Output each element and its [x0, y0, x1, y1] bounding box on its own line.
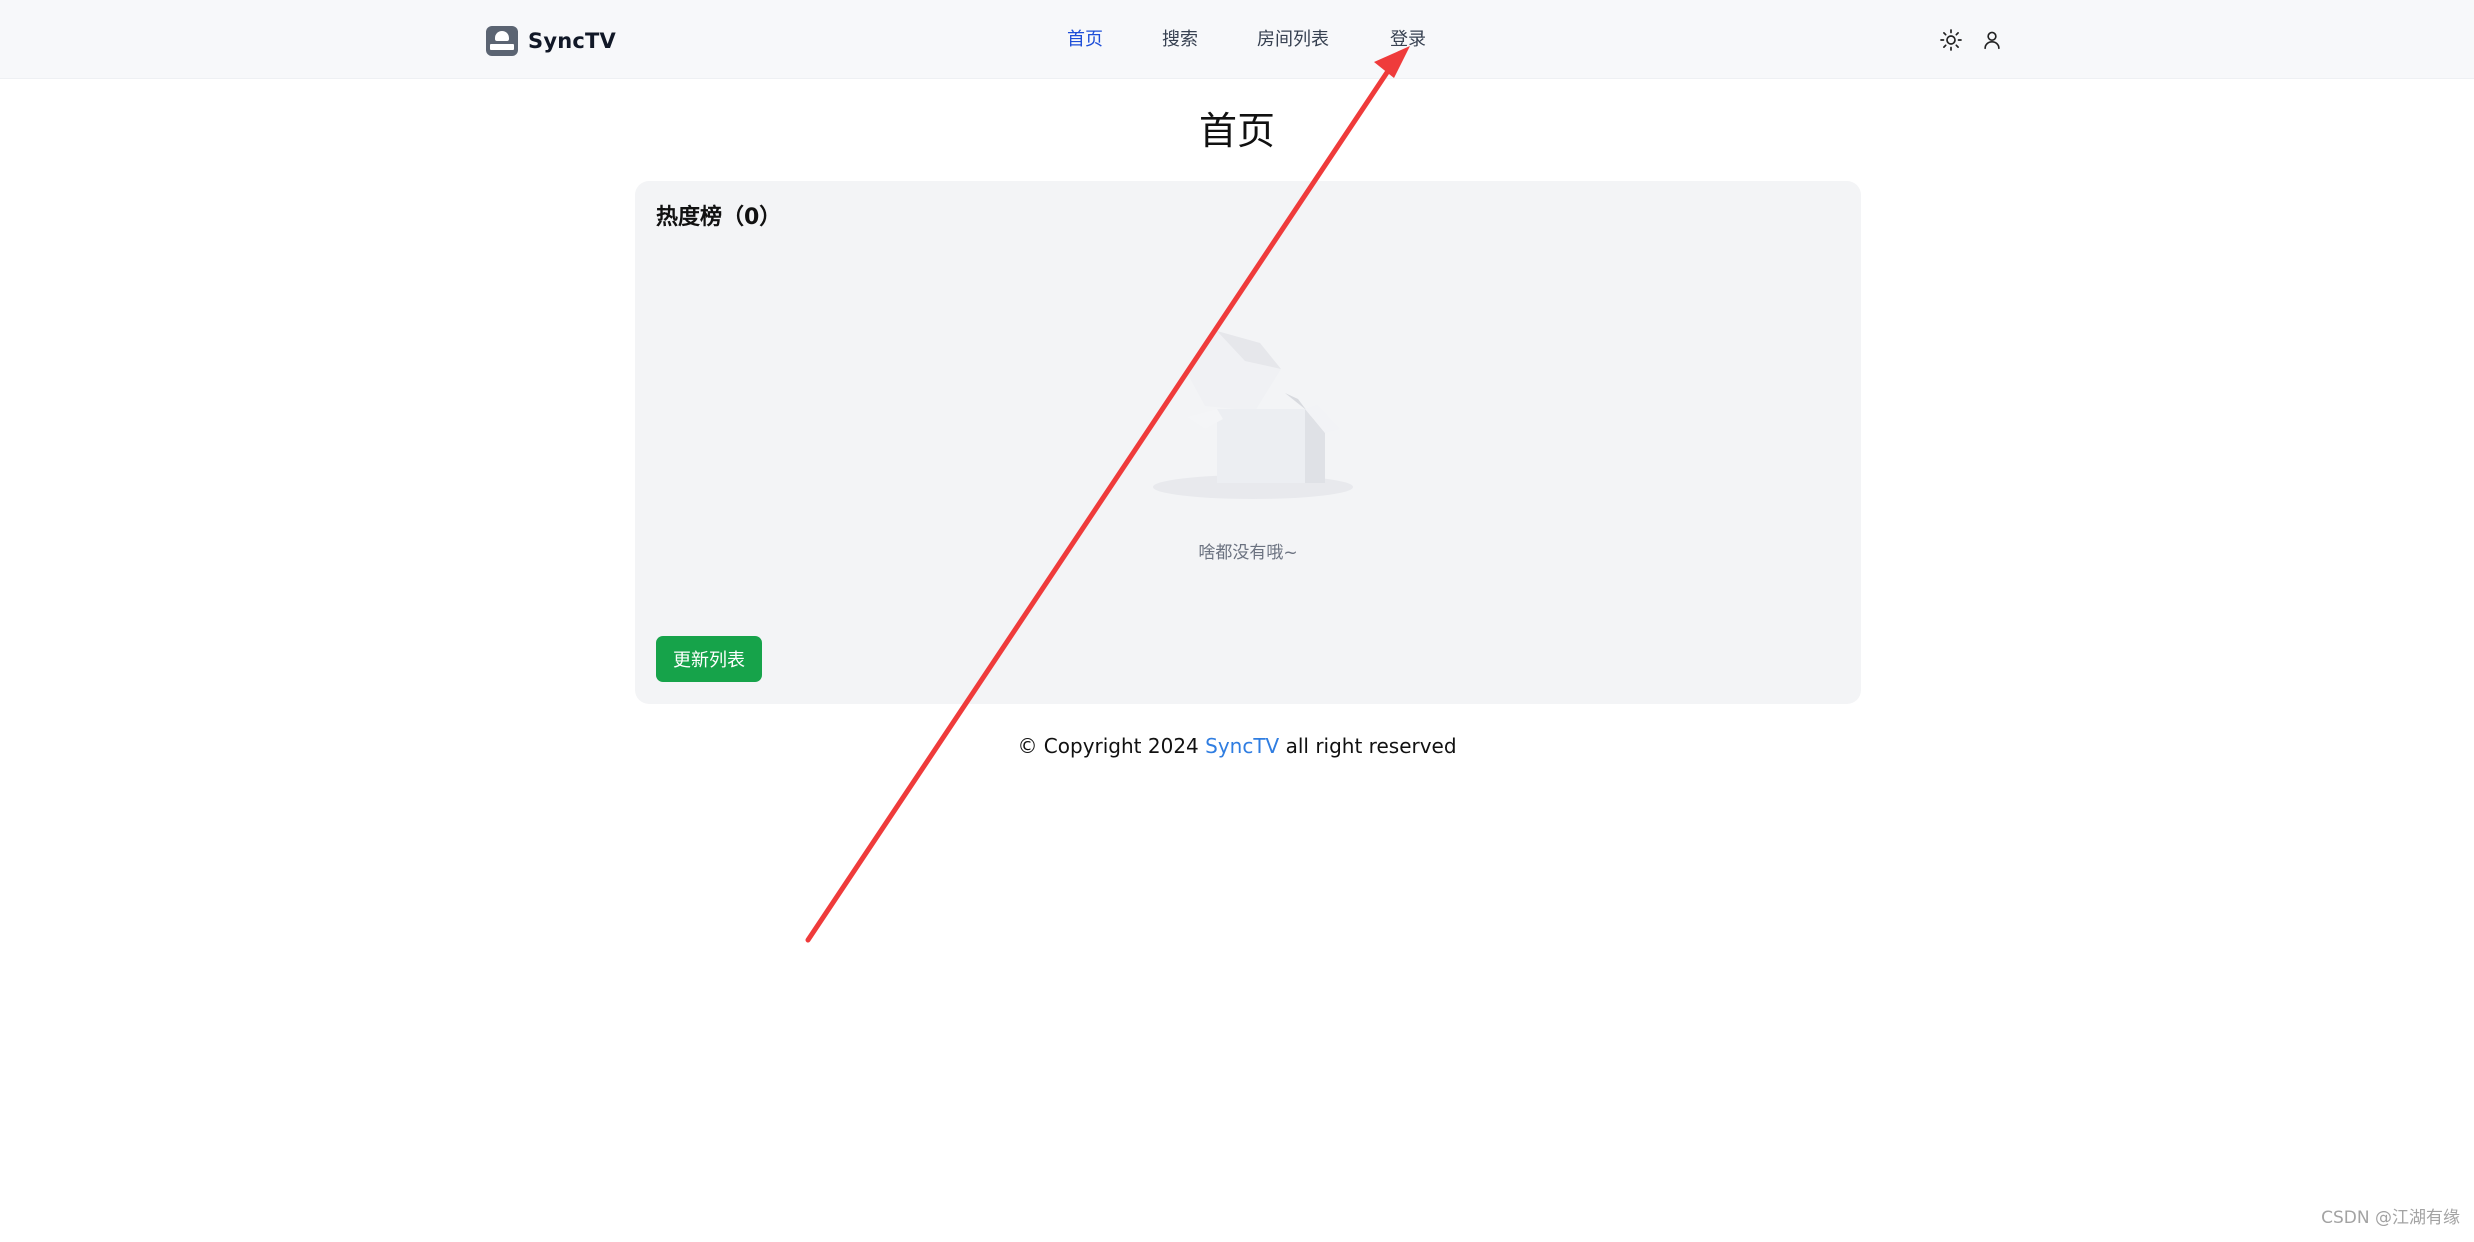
refresh-list-button[interactable]: 更新列表: [656, 636, 762, 682]
empty-state-text: 啥都没有哦~: [1198, 543, 1298, 563]
page-title: 首页: [1198, 109, 1275, 153]
user-menu-button[interactable]: [1978, 26, 2006, 54]
copyright-suffix: all right reserved: [1279, 734, 1457, 758]
theme-toggle-button[interactable]: [1937, 26, 1965, 54]
user-icon: [1984, 31, 2000, 50]
nav-login[interactable]: 登录: [1390, 22, 1426, 58]
main-nav: 首页 搜索 房间列表 登录: [0, 22, 2474, 58]
empty-box-icon: [1153, 331, 1353, 499]
copyright-text: © Copyright 2024: [1017, 734, 1206, 758]
sun-icon: [1940, 29, 1962, 51]
top-navbar: SyncTV 首页 搜索 房间列表 登录: [0, 0, 2474, 79]
footer-synctv-link[interactable]: SyncTV: [1205, 734, 1279, 758]
empty-box-illustration: [1135, 301, 1365, 501]
csdn-watermark: CSDN @江湖有缘: [2321, 1208, 2460, 1228]
nav-home[interactable]: 首页: [1067, 22, 1103, 58]
hot-list-card: 热度榜（0） 啥都没有哦~ 更新列表: [635, 181, 1861, 704]
footer: © Copyright 2024 SyncTV all right reserv…: [0, 734, 2474, 758]
nav-room-list[interactable]: 房间列表: [1257, 22, 1329, 58]
hot-list-title: 热度榜（0）: [656, 205, 782, 230]
nav-search[interactable]: 搜索: [1162, 22, 1198, 58]
